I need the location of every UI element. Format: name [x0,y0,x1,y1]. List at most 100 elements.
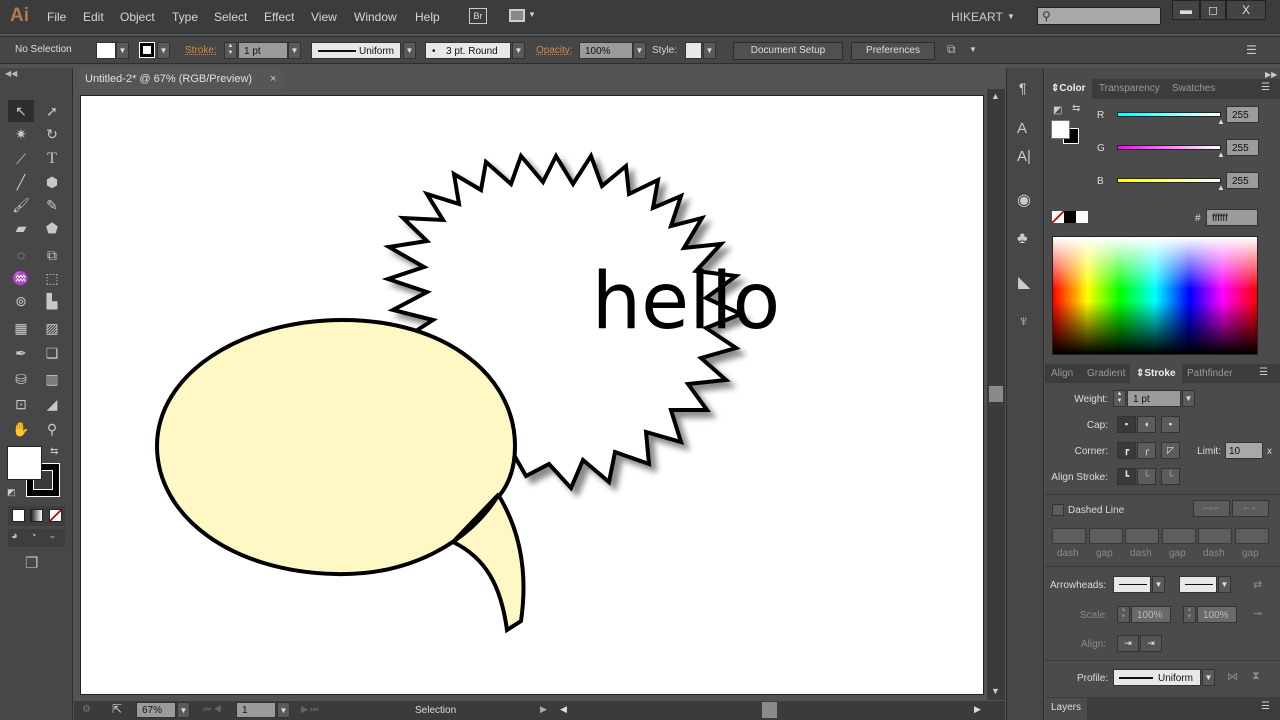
stroke-label[interactable]: Stroke: [185,45,217,56]
chevron-down-icon[interactable]: ▼ [528,10,536,19]
green-slider[interactable] [1117,145,1221,150]
end-arrowhead-select[interactable] [1179,576,1217,593]
brushes-icon[interactable]: ♆ [1018,313,1029,330]
brush-definition[interactable]: • 3 pt. Round [425,42,511,59]
arrange-documents-icon[interactable] [509,9,525,22]
default-fill-stroke-icon[interactable]: ◩ [1053,105,1062,116]
menu-select[interactable]: Select [214,10,247,24]
align-inside-button[interactable]: ┗ [1137,468,1156,485]
screen-mode-icon[interactable]: ❐ [25,554,38,572]
default-colors-icon[interactable]: ◩ [7,487,16,498]
start-arrowhead-dropdown[interactable]: ▼ [1152,576,1165,593]
next-artboard-icon[interactable]: ▶ ⏭ [301,704,319,715]
none-mode-icon[interactable] [49,509,62,522]
gradient-tool-icon[interactable]: ▨ [40,317,64,339]
hex-input[interactable]: ffffff [1206,209,1258,226]
scroll-up-icon[interactable]: ▲ [991,91,1000,101]
menu-file[interactable]: File [47,10,66,24]
dash-input-2[interactable] [1125,528,1159,544]
pencil-tool-icon[interactable]: ✎ [40,194,64,216]
gradient-mode-icon[interactable] [30,509,43,522]
opacity-dropdown[interactable]: ▼ [633,42,646,59]
draw-normal-icon[interactable]: ◕ [11,530,18,542]
butt-cap-button[interactable]: ▪ [1117,416,1136,433]
polygon-tool-icon[interactable]: ⬢ [40,171,64,193]
blue-input[interactable]: 255 [1226,172,1259,189]
white-swatch[interactable] [1076,211,1088,223]
dashed-line-checkbox[interactable] [1052,504,1064,516]
end-arrowhead-dropdown[interactable]: ▼ [1218,576,1231,593]
swap-colors-icon[interactable]: ⇆ [50,446,58,457]
rotate-tool-icon[interactable]: ◌ [9,244,33,266]
warp-tool-icon[interactable]: ♒ [9,267,33,289]
tab-layers[interactable]: Layers [1045,698,1088,720]
flip-along-icon[interactable]: ⋈ [1227,670,1238,683]
menu-effect[interactable]: Effect [264,10,294,24]
red-input[interactable]: 255 [1226,106,1259,123]
color-spectrum[interactable] [1052,236,1258,355]
start-arrowhead-select[interactable] [1113,576,1151,593]
gap-input-2[interactable] [1162,528,1196,544]
layers-panel-menu-icon[interactable]: ☰ [1261,701,1270,712]
start-scale-input[interactable]: 100% [1131,606,1171,623]
first-artboard-icon[interactable]: ⏮ ◀ [203,704,222,715]
free-transform-tool-icon[interactable]: ⬚ [40,267,64,289]
align-dash-button[interactable]: ⌐ ⌐ [1232,500,1269,517]
pen-tool-icon[interactable]: ⟋ [9,148,33,170]
isolate-selection-icon[interactable]: ⧉ [947,42,956,57]
eraser-tool-icon[interactable]: ⬟ [40,217,64,239]
graph-tool-icon[interactable]: ▥ [40,368,64,390]
scroll-right-icon[interactable]: ▶ [974,704,981,715]
swap-arrowheads-icon[interactable]: ⇄ [1253,578,1262,591]
symbols-icon[interactable]: ♣ [1017,230,1028,248]
weight-stepper[interactable]: ▲ ▼ [1113,390,1126,407]
minimize-button[interactable]: ▬ [1172,0,1200,20]
artboard-number-input[interactable]: 1 [236,702,276,718]
preferences-button[interactable]: Preferences [851,42,935,60]
green-input[interactable]: 255 [1226,139,1259,156]
stroke-weight-dropdown[interactable]: ▼ [288,42,301,59]
stroke-weight-stepper[interactable]: ▲ ▼ [224,42,237,59]
shape-builder-tool-icon[interactable]: ⊚ [9,290,33,312]
zoom-dropdown[interactable]: ▼ [177,702,190,718]
profile-dropdown[interactable]: ▼ [1202,669,1215,686]
draw-inside-icon[interactable]: ◒ [49,530,56,542]
vertical-scrollbar[interactable]: ▲ ▼ [987,89,1005,700]
close-tab-icon[interactable]: × [270,69,276,89]
tab-transparency[interactable]: Transparency [1093,79,1166,99]
extend-arrow-button[interactable]: ⇥ [1117,635,1139,652]
dash-input-1[interactable] [1052,528,1086,544]
blue-slider-thumb[interactable]: ▲ [1217,183,1225,192]
transparency-icon[interactable]: ◣ [1018,272,1030,292]
menu-edit[interactable]: Edit [83,10,104,24]
stroke-panel-menu-icon[interactable]: ☰ [1259,367,1268,378]
align-center-button[interactable]: ┗ [1117,468,1136,485]
link-scale-icon[interactable]: ⊸ [1253,607,1262,620]
tab-color[interactable]: ⇕Color [1045,79,1092,99]
tab-align[interactable]: Align [1045,364,1079,384]
place-arrow-button[interactable]: ⇥ [1140,635,1162,652]
document-tab[interactable]: Untitled-2* @ 67% (RGB/Preview) × [78,69,284,89]
round-join-button[interactable]: ╭ [1137,442,1156,459]
fill-dropdown[interactable]: ▼ [116,42,129,59]
search-input[interactable]: ⚲ [1037,7,1161,25]
stroke-swatch[interactable] [139,42,155,58]
tab-stroke[interactable]: ⇕Stroke [1130,364,1182,384]
start-scale-stepper[interactable]: ▲ ▼ [1117,606,1130,623]
mesh-tool-icon[interactable]: ▦ [9,317,33,339]
artboard[interactable]: hello [80,95,984,695]
oval-speech-balloon[interactable] [154,317,526,634]
type-tool-icon[interactable]: T [40,148,64,170]
document-setup-button[interactable]: Document Setup [733,42,843,60]
color-panel-menu-icon[interactable]: ☰ [1261,82,1270,93]
bevel-join-button[interactable]: ◸ [1161,442,1180,459]
opacity-label[interactable]: Opacity: [536,45,573,56]
hello-text[interactable]: hello [592,257,781,347]
lasso-tool-icon[interactable]: ↻ [40,123,64,145]
opacity-input[interactable]: 100% [579,42,633,59]
gap-input-3[interactable] [1235,528,1269,544]
menu-object[interactable]: Object [120,10,155,24]
tab-swatches[interactable]: Swatches [1166,79,1221,99]
projecting-cap-button[interactable]: ▪ [1161,416,1180,433]
fill-swatch[interactable] [96,42,116,59]
